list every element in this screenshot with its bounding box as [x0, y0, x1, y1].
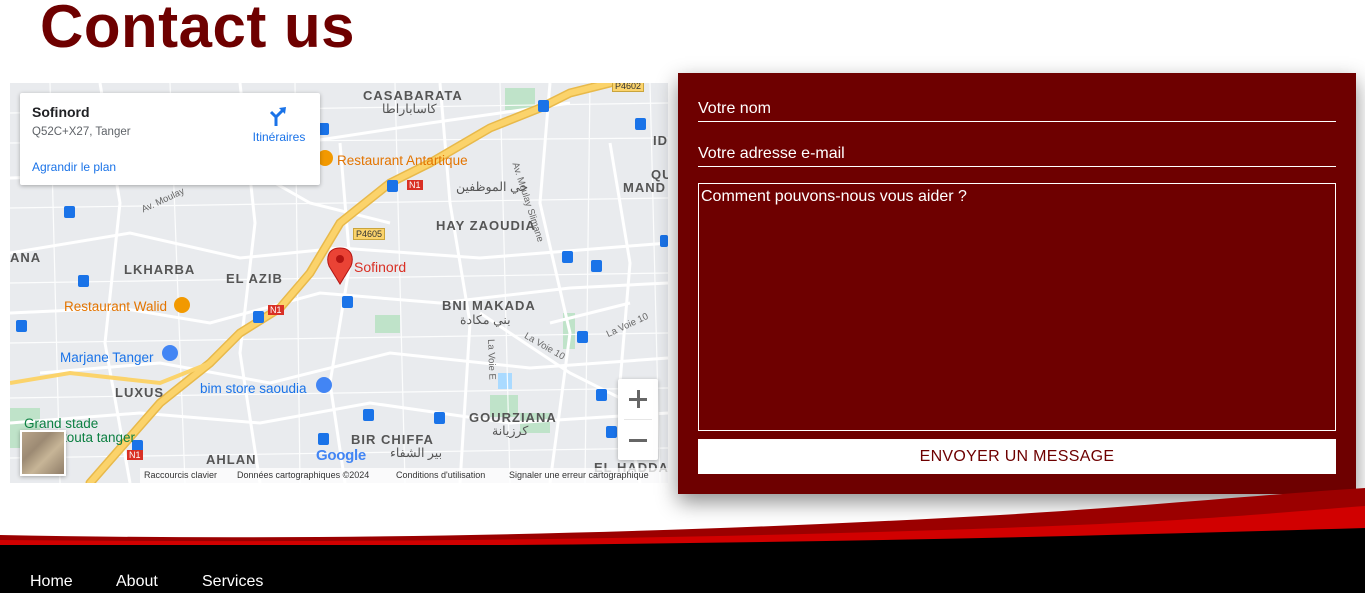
area-label: كرزيانة — [492, 424, 529, 438]
area-label: IDR — [653, 133, 668, 148]
contact-form: ENVOYER UN MESSAGE — [678, 73, 1356, 494]
page-title: Contact us — [40, 0, 356, 60]
google-logo-text: Google — [316, 447, 366, 464]
road-shield: N1 — [268, 305, 284, 315]
footer-wave — [0, 488, 1365, 550]
poi-marjane-tanger[interactable]: Marjane Tanger — [60, 350, 154, 365]
restaurant-icon — [174, 297, 190, 313]
area-label: حي الموظفين — [456, 180, 529, 194]
road-label: La Voie E — [485, 339, 498, 381]
marker-label[interactable]: Sofinord — [354, 259, 406, 275]
name-input[interactable] — [698, 97, 1336, 122]
road-shield: N1 — [407, 180, 423, 190]
area-label: HAY ZAOUDIA — [436, 218, 536, 233]
enlarge-map-link[interactable]: Agrandir le plan — [32, 160, 116, 174]
nav-about[interactable]: About — [116, 573, 158, 591]
zoom-control — [618, 379, 658, 460]
directions-label: Itinéraires — [252, 130, 306, 144]
shopping-bag-icon — [316, 377, 332, 393]
poi-restaurant-antartique[interactable]: Restaurant Antartique — [337, 153, 468, 168]
area-label: EL AZIB — [226, 271, 283, 286]
area-label: AHLAN — [206, 452, 257, 467]
poi-restaurant-walid[interactable]: Restaurant Walid — [64, 299, 167, 314]
area-label: LUXUS — [115, 385, 165, 400]
zoom-out-button[interactable] — [618, 420, 658, 460]
zoom-in-button[interactable] — [618, 379, 658, 419]
area-label: بير الشفاء — [390, 446, 443, 460]
map-embed[interactable]: P4605 P4602 N1 N1 N1 Av. Moulay Av. Moul… — [10, 83, 668, 483]
footer-nav: Home About Services — [0, 545, 1365, 593]
road-shield: P4605 — [353, 228, 386, 240]
directions-button[interactable]: Itinéraires — [244, 105, 314, 144]
place-card: Sofinord Q52C+X27, Tanger Agrandir le pl… — [20, 93, 320, 185]
park-area — [505, 88, 535, 110]
park-area — [375, 315, 400, 333]
poi-grand-stade-line2[interactable]: touta tanger — [63, 430, 135, 445]
email-input[interactable] — [698, 142, 1336, 167]
area-label: بني مكادة — [460, 313, 511, 327]
area-label: كاساباراطا — [382, 102, 437, 116]
place-address: Q52C+X27, Tanger — [32, 126, 131, 138]
shopping-cart-icon — [162, 345, 178, 361]
area-label: MAND — [623, 180, 666, 195]
nav-home[interactable]: Home — [30, 573, 73, 591]
area-label: BNI MAKADA — [442, 298, 536, 313]
area-label: LKHARBA — [124, 262, 196, 277]
send-message-button[interactable]: ENVOYER UN MESSAGE — [698, 439, 1336, 474]
message-textarea[interactable] — [698, 183, 1336, 431]
road-shield: N1 — [127, 450, 143, 460]
water-area — [498, 373, 512, 389]
satellite-layer-toggle[interactable] — [20, 430, 66, 476]
directions-icon — [269, 107, 286, 126]
google-logo: Google — [316, 447, 366, 464]
poi-bim-store[interactable]: bim store saoudia — [200, 381, 307, 396]
poi-grand-stade[interactable]: Grand stade — [24, 416, 98, 431]
nav-services[interactable]: Services — [202, 573, 263, 591]
area-label: ANA — [10, 250, 42, 265]
place-name: Sofinord — [32, 104, 90, 120]
road-shield: P4602 — [612, 83, 645, 92]
